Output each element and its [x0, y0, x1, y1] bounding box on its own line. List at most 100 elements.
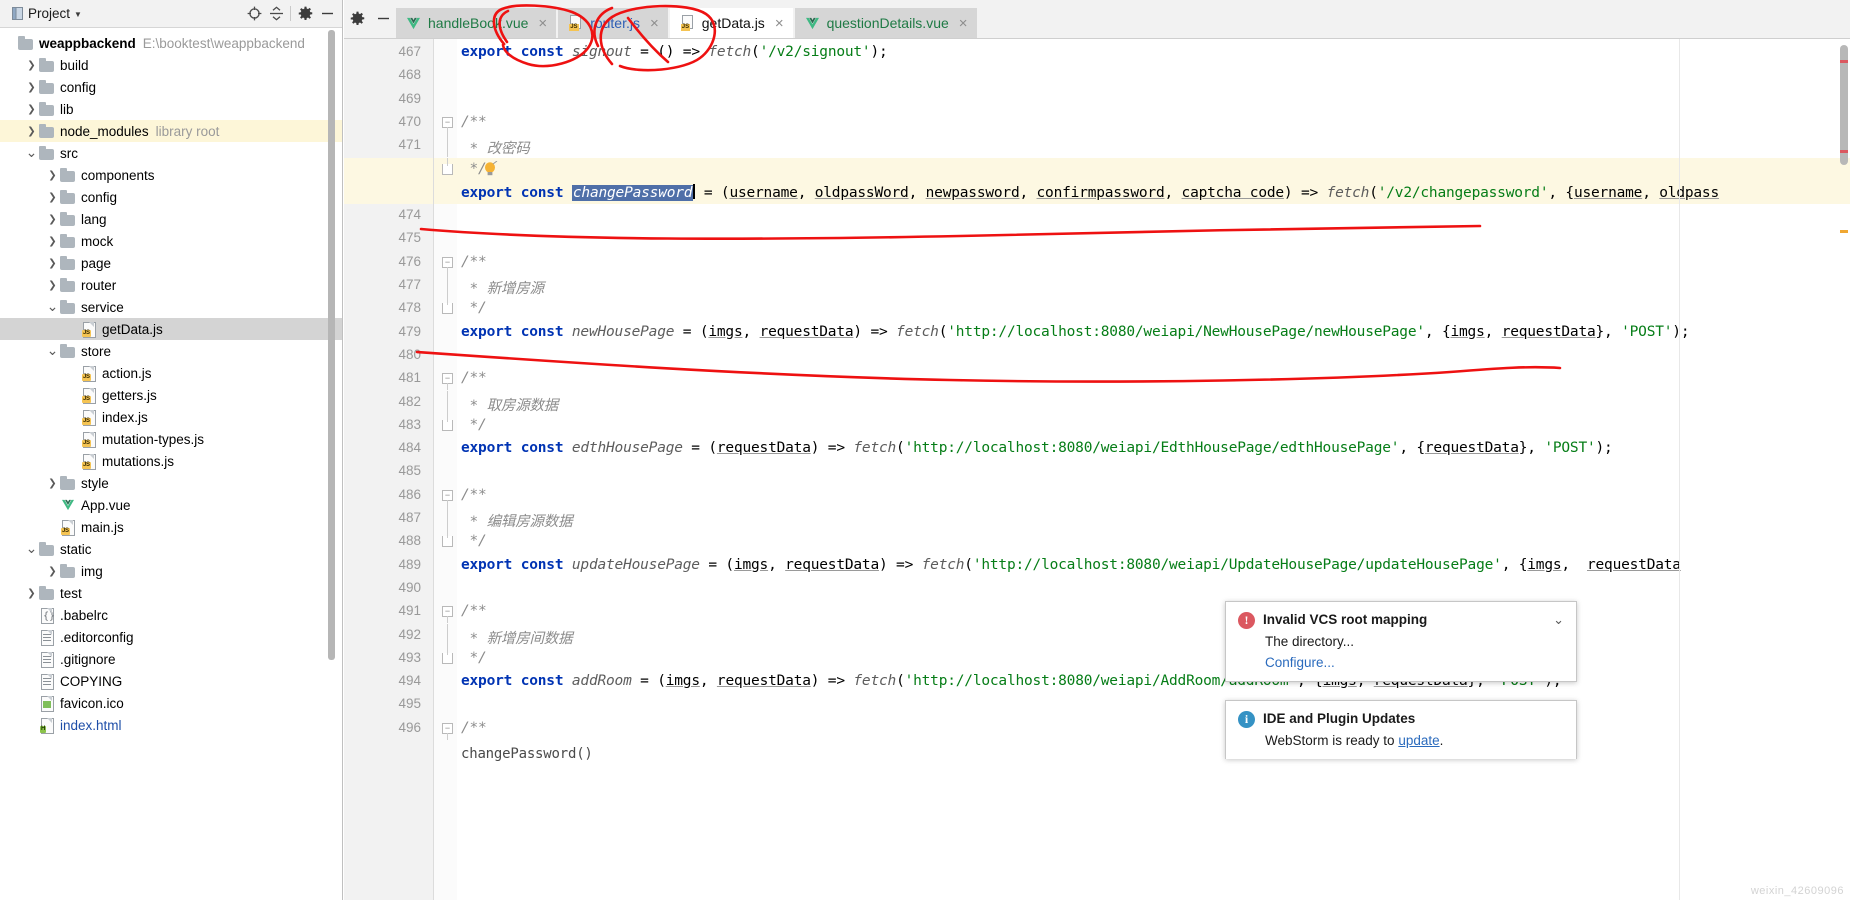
tree-row--gitignore[interactable]: .gitignore	[0, 648, 342, 670]
code-line[interactable]: export const updateHousePage = (imgs, re…	[461, 557, 1681, 573]
close-icon[interactable]: ×	[538, 15, 547, 32]
code-line[interactable]: /**	[461, 254, 487, 270]
locate-icon[interactable]	[243, 3, 265, 25]
code-line[interactable]: * 取房源数据	[461, 394, 559, 415]
tree-row-action-js[interactable]: JS action.js	[0, 362, 342, 384]
chevron-right-icon[interactable]: ❯	[46, 192, 59, 203]
tree-row-img[interactable]: ❯ img	[0, 560, 342, 582]
code-line[interactable]: /**	[461, 487, 487, 503]
chevron-right-icon[interactable]: ❯	[46, 258, 59, 269]
close-icon[interactable]: ×	[775, 15, 784, 32]
tree-row-weappbackend[interactable]: weappbackend E:\booktest\weappbackend	[0, 32, 342, 54]
code-line[interactable]: */	[461, 417, 487, 433]
tree-row-copying[interactable]: COPYING	[0, 670, 342, 692]
code-line[interactable]: * 新增房间数据	[461, 627, 573, 648]
tree-row-page[interactable]: ❯ page	[0, 252, 342, 274]
editor-tab-router-js[interactable]: JS router.js ×	[558, 8, 668, 38]
chevron-right-icon[interactable]: ❯	[46, 478, 59, 489]
scrollbar-error-marker[interactable]	[1840, 150, 1848, 153]
selected-identifier[interactable]: changePassword	[571, 184, 694, 201]
tree-row-main-js[interactable]: JS main.js	[0, 516, 342, 538]
code-line[interactable]: */	[461, 650, 487, 666]
tree-row-components[interactable]: ❯ components	[0, 164, 342, 186]
close-icon[interactable]: ×	[959, 15, 968, 32]
scrollbar-error-marker[interactable]	[1840, 60, 1848, 63]
chevron-right-icon[interactable]: ❯	[46, 236, 59, 247]
hide-panel-icon[interactable]	[316, 3, 338, 25]
editor-scrollbar[interactable]	[1840, 45, 1848, 165]
tree-row-style[interactable]: ❯ style	[0, 472, 342, 494]
code-line[interactable]: export const signout = () => fetch('/v2/…	[461, 44, 888, 60]
chevron-down-icon[interactable]: ⌄	[25, 146, 38, 160]
tree-row-mutation-types-js[interactable]: JS mutation-types.js	[0, 428, 342, 450]
chevron-right-icon[interactable]: ❯	[25, 126, 38, 137]
tree-row-favicon-ico[interactable]: favicon.ico	[0, 692, 342, 714]
code-line[interactable]: /**	[461, 370, 487, 386]
close-icon[interactable]: ×	[650, 15, 659, 32]
breadcrumb[interactable]: changePassword()	[461, 746, 593, 762]
chevron-right-icon[interactable]: ❯	[46, 566, 59, 577]
editor-code-content[interactable]: export const signout = () => fetch('/v2/…	[457, 39, 1850, 900]
chevron-right-icon[interactable]: ❯	[46, 214, 59, 225]
code-line[interactable]: /**	[461, 720, 487, 736]
code-line[interactable]: /**	[461, 114, 487, 130]
tree-row-getdata-js[interactable]: JS getData.js	[0, 318, 342, 340]
code-line[interactable]: export const newHousePage = (imgs, reque…	[461, 324, 1690, 340]
scrollbar-error-marker[interactable]	[1840, 230, 1848, 233]
code-line[interactable]: */	[461, 533, 487, 549]
code-line[interactable]: * 新增房源	[461, 277, 544, 298]
project-file-tree[interactable]: weappbackend E:\booktest\weappbackend ❯ bui…	[0, 28, 342, 900]
tree-row-getters-js[interactable]: JS getters.js	[0, 384, 342, 406]
code-line[interactable]: */	[461, 161, 487, 177]
code-line[interactable]: export const edthHousePage = (requestDat…	[461, 440, 1613, 456]
chevron-down-icon[interactable]: ⌄	[46, 344, 59, 358]
configure-link[interactable]: Configure...	[1265, 655, 1564, 670]
tree-row-mutations-js[interactable]: JS mutations.js	[0, 450, 342, 472]
code-line[interactable]: */	[461, 300, 487, 316]
chevron-right-icon[interactable]: ❯	[25, 60, 38, 71]
tree-row-lib[interactable]: ❯ lib	[0, 98, 342, 120]
tree-row-lang[interactable]: ❯ lang	[0, 208, 342, 230]
editor-hide-icon[interactable]	[370, 0, 396, 38]
code-line[interactable]: * 编辑房源数据	[461, 510, 573, 531]
tree-row-index-js[interactable]: JS index.js	[0, 406, 342, 428]
notification-invalid-vcs-root[interactable]: ! Invalid VCS root mapping ⌄ The directo…	[1225, 601, 1577, 682]
editor-settings-gear-icon[interactable]	[344, 0, 370, 38]
collapse-all-icon[interactable]	[265, 3, 287, 25]
chevron-right-icon[interactable]: ❯	[25, 82, 38, 93]
tree-row-config[interactable]: ❯ config	[0, 186, 342, 208]
chevron-down-icon[interactable]: ⌄	[46, 300, 59, 314]
chevron-down-icon[interactable]: ⌄	[25, 542, 38, 556]
chevron-right-icon[interactable]: ❯	[25, 588, 38, 599]
tree-row-mock[interactable]: ❯ mock	[0, 230, 342, 252]
project-panel-scrollbar[interactable]	[328, 30, 335, 660]
tree-row-test[interactable]: ❯ test	[0, 582, 342, 604]
tree-row-app-vue[interactable]: App.vue	[0, 494, 342, 516]
notification-ide-plugin-updates[interactable]: i IDE and Plugin Updates WebStorm is rea…	[1225, 700, 1577, 759]
tree-row-index-html[interactable]: Hindex.html	[0, 714, 342, 736]
editor-tab-getdata-js[interactable]: JS getData.js ×	[669, 8, 793, 38]
tree-row--babelrc[interactable]: {} .babelrc	[0, 604, 342, 626]
tree-row-node-modules[interactable]: ❯ node_modules library root	[0, 120, 342, 142]
code-line[interactable]: /**	[461, 603, 487, 619]
chevron-down-icon[interactable]: ▼	[74, 8, 82, 19]
tree-row-build[interactable]: ❯ build	[0, 54, 342, 76]
update-link[interactable]: update	[1398, 733, 1439, 748]
chevron-right-icon[interactable]: ❯	[25, 104, 38, 115]
tree-row-router[interactable]: ❯ router	[0, 274, 342, 296]
tree-row-static[interactable]: ⌄ static	[0, 538, 342, 560]
editor-tab-questiondetails-vue[interactable]: questionDetails.vue ×	[794, 8, 977, 38]
tree-row-store[interactable]: ⌄ store	[0, 340, 342, 362]
code-line[interactable]: * 改密码	[461, 137, 530, 158]
tree-row-config[interactable]: ❯ config	[0, 76, 342, 98]
code-line[interactable]: export const changePassword = (username,…	[461, 183, 1719, 201]
editor-tab-handlebook-vue[interactable]: handleBook.vue ×	[396, 8, 557, 38]
chevron-right-icon[interactable]: ❯	[46, 280, 59, 291]
chevron-right-icon[interactable]: ❯	[46, 170, 59, 181]
tree-row-src[interactable]: ⌄ src	[0, 142, 342, 164]
editor-fold-gutter[interactable]: − − − − − −	[434, 39, 457, 900]
chevron-down-icon[interactable]: ⌄	[1539, 612, 1564, 628]
tree-row--editorconfig[interactable]: .editorconfig	[0, 626, 342, 648]
tree-row-service[interactable]: ⌄ service	[0, 296, 342, 318]
settings-gear-icon[interactable]	[294, 3, 316, 25]
